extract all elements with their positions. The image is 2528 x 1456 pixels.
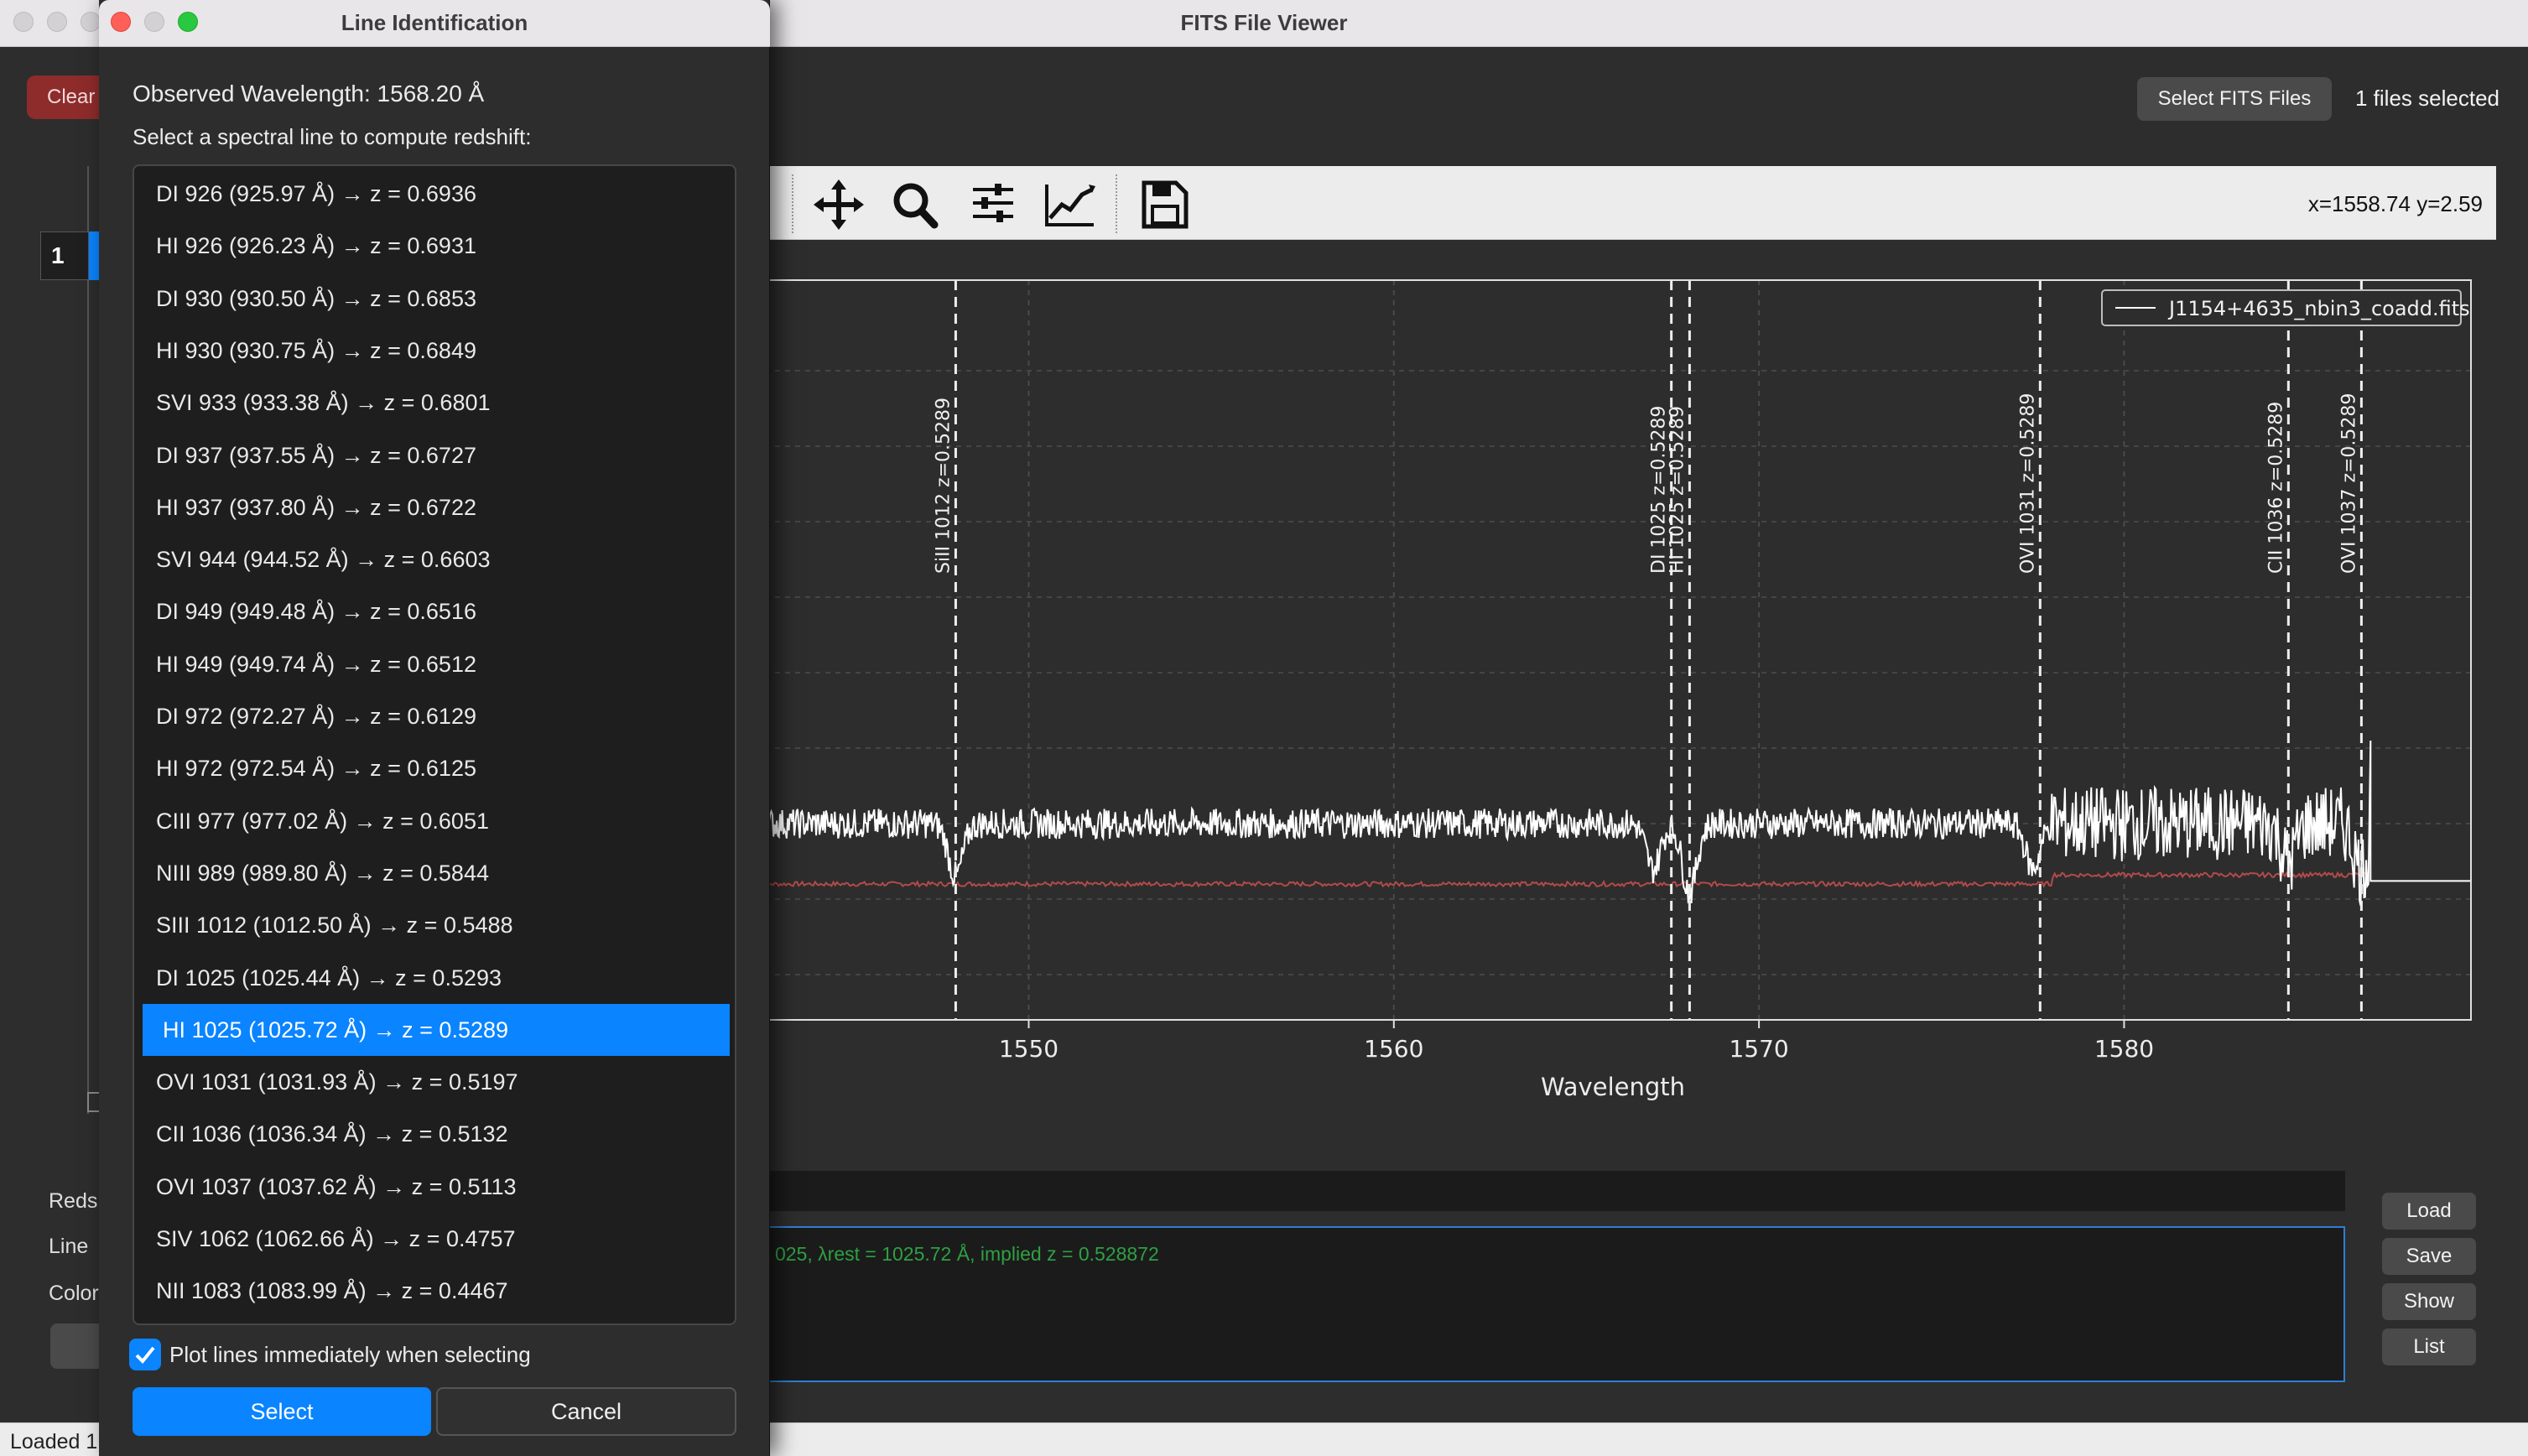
console-output[interactable]: 025, λrest = 1025.72 Å, implied z = 0.52… [755,1226,2345,1382]
list-item[interactable]: HI 937 (937.80 Å) → z = 0.6722 [143,481,730,533]
spectral-line-list[interactable]: DI 926 (925.97 Å) → z = 0.6936 HI 926 (92… [133,164,736,1325]
list-item[interactable]: SIV 1062 (1062.66 Å) → z = 0.4757 [143,1213,730,1265]
x-tick-label: 1570 [1729,1035,1788,1063]
list-item[interactable]: OVI 1037 (1037.62 Å) → z = 0.5113 [143,1161,730,1213]
plot-background [755,243,2496,1115]
list-item[interactable]: DI 1025 (1025.44 Å) → z = 0.5293 [143,952,730,1004]
x-tick-label: 1550 [999,1035,1059,1063]
edit-axis-icon[interactable] [1042,178,1099,231]
zoom-icon[interactable] [887,178,944,231]
plot-toolbar: x=1558.74 y=2.59 [755,166,2496,240]
dialog-titlebar: Line Identification [99,0,770,47]
list-item[interactable]: HI 930 (930.75 Å) → z = 0.6849 [143,325,730,377]
list-item[interactable]: CIII 977 (977.02 Å) → z = 0.6051 [143,795,730,847]
table-row-index[interactable]: 1 [40,231,89,280]
list-item[interactable]: SVI 933 (933.38 Å) → z = 0.6801 [143,377,730,429]
redshift-label: Reds [49,1189,98,1213]
pan-icon[interactable] [810,178,867,231]
list-item[interactable]: SVI 944 (944.52 Å) → z = 0.6603 [143,533,730,585]
marker-label: CII 1036 z=0.5289 [2265,402,2286,574]
console-message: 025, λrest = 1025.72 Å, implied z = 0.52… [775,1243,1159,1265]
checkmark-icon [135,1346,155,1364]
plot-immediately-checkbox[interactable] [129,1339,161,1370]
line-label: Line [49,1235,89,1258]
list-item[interactable]: HI 1025 (1025.72 Å) → z = 0.5289 [143,1003,730,1056]
list-item[interactable]: OVI 1031 (1031.93 Å) → z = 0.5197 [143,1056,730,1108]
select-fits-files-button[interactable]: Select FITS Files [2137,77,2332,121]
legend-entry: J1154+4635_nbin3_coadd.fits [2167,297,2470,320]
status-text: Loaded 1 [10,1430,98,1453]
marker-label: HI 1025 z=0.5289 [1667,406,1688,574]
save-button[interactable]: Save [2382,1238,2476,1275]
marker-label: OVI 1037 z=0.5289 [2338,393,2359,574]
list-item[interactable]: HI 972 (972.54 Å) → z = 0.6125 [143,742,730,794]
show-button[interactable]: Show [2382,1283,2476,1320]
list-button[interactable]: List [2382,1329,2476,1365]
x-axis-label: Wavelength [1541,1073,1685,1101]
color-label: Color [49,1282,99,1305]
console-header [755,1171,2345,1211]
list-item[interactable]: HI 949 (949.74 Å) → z = 0.6512 [143,638,730,690]
save-icon[interactable] [1136,178,1193,231]
marker-label: SiII 1012 z=0.5289 [933,398,954,574]
list-item[interactable]: DI 949 (949.48 Å) → z = 0.6516 [143,585,730,637]
marker-label: OVI 1031 z=0.5289 [2017,393,2038,574]
select-line-prompt: Select a spectral line to compute redshi… [133,124,532,149]
x-tick-label: 1580 [2094,1035,2154,1063]
toolbar-separator [792,174,793,233]
list-item[interactable]: DI 930 (930.50 Å) → z = 0.6853 [143,273,730,325]
list-item[interactable]: DI 972 (972.27 Å) → z = 0.6129 [143,690,730,742]
files-selected-label: 1 files selected [2355,86,2499,111]
select-button[interactable]: Select [133,1387,431,1436]
list-item[interactable]: DI 937 (937.55 Å) → z = 0.6727 [143,429,730,481]
x-tick-label: 1560 [1364,1035,1423,1063]
list-item[interactable]: NIII 989 (989.80 Å) → z = 0.5844 [143,847,730,899]
list-item[interactable]: CII 1036 (1036.34 Å) → z = 0.5132 [143,1108,730,1160]
observed-wavelength-label: Observed Wavelength: 1568.20 Å [133,81,485,107]
plot-immediately-label: Plot lines immediately when selecting [169,1342,531,1367]
configure-subplots-icon[interactable] [965,178,1022,231]
dialog-title: Line Identification [341,10,528,35]
list-item[interactable]: DI 926 (925.97 Å) → z = 0.6936 [143,168,730,220]
list-item[interactable]: SIII 1012 (1012.50 Å) → z = 0.5488 [143,899,730,951]
legend: J1154+4635_nbin3_coadd.fits [2101,289,2470,326]
load-button[interactable]: Load [2382,1193,2476,1230]
cancel-button[interactable]: Cancel [436,1387,736,1436]
list-item[interactable]: HI 926 (926.23 Å) → z = 0.6931 [143,220,730,272]
list-item[interactable]: NII 1083 (1083.99 Å) → z = 0.4467 [143,1265,730,1317]
toolbar-separator [1116,174,1117,233]
coordinate-readout: x=1558.74 y=2.59 [2307,191,2483,216]
line-identification-dialog: Line Identification Observed Wavelength:… [99,0,770,1456]
spectrum-plot[interactable]: SiII 1012 z=0.5289 DI 1025 z=0.5289HI 102… [755,243,2496,1115]
